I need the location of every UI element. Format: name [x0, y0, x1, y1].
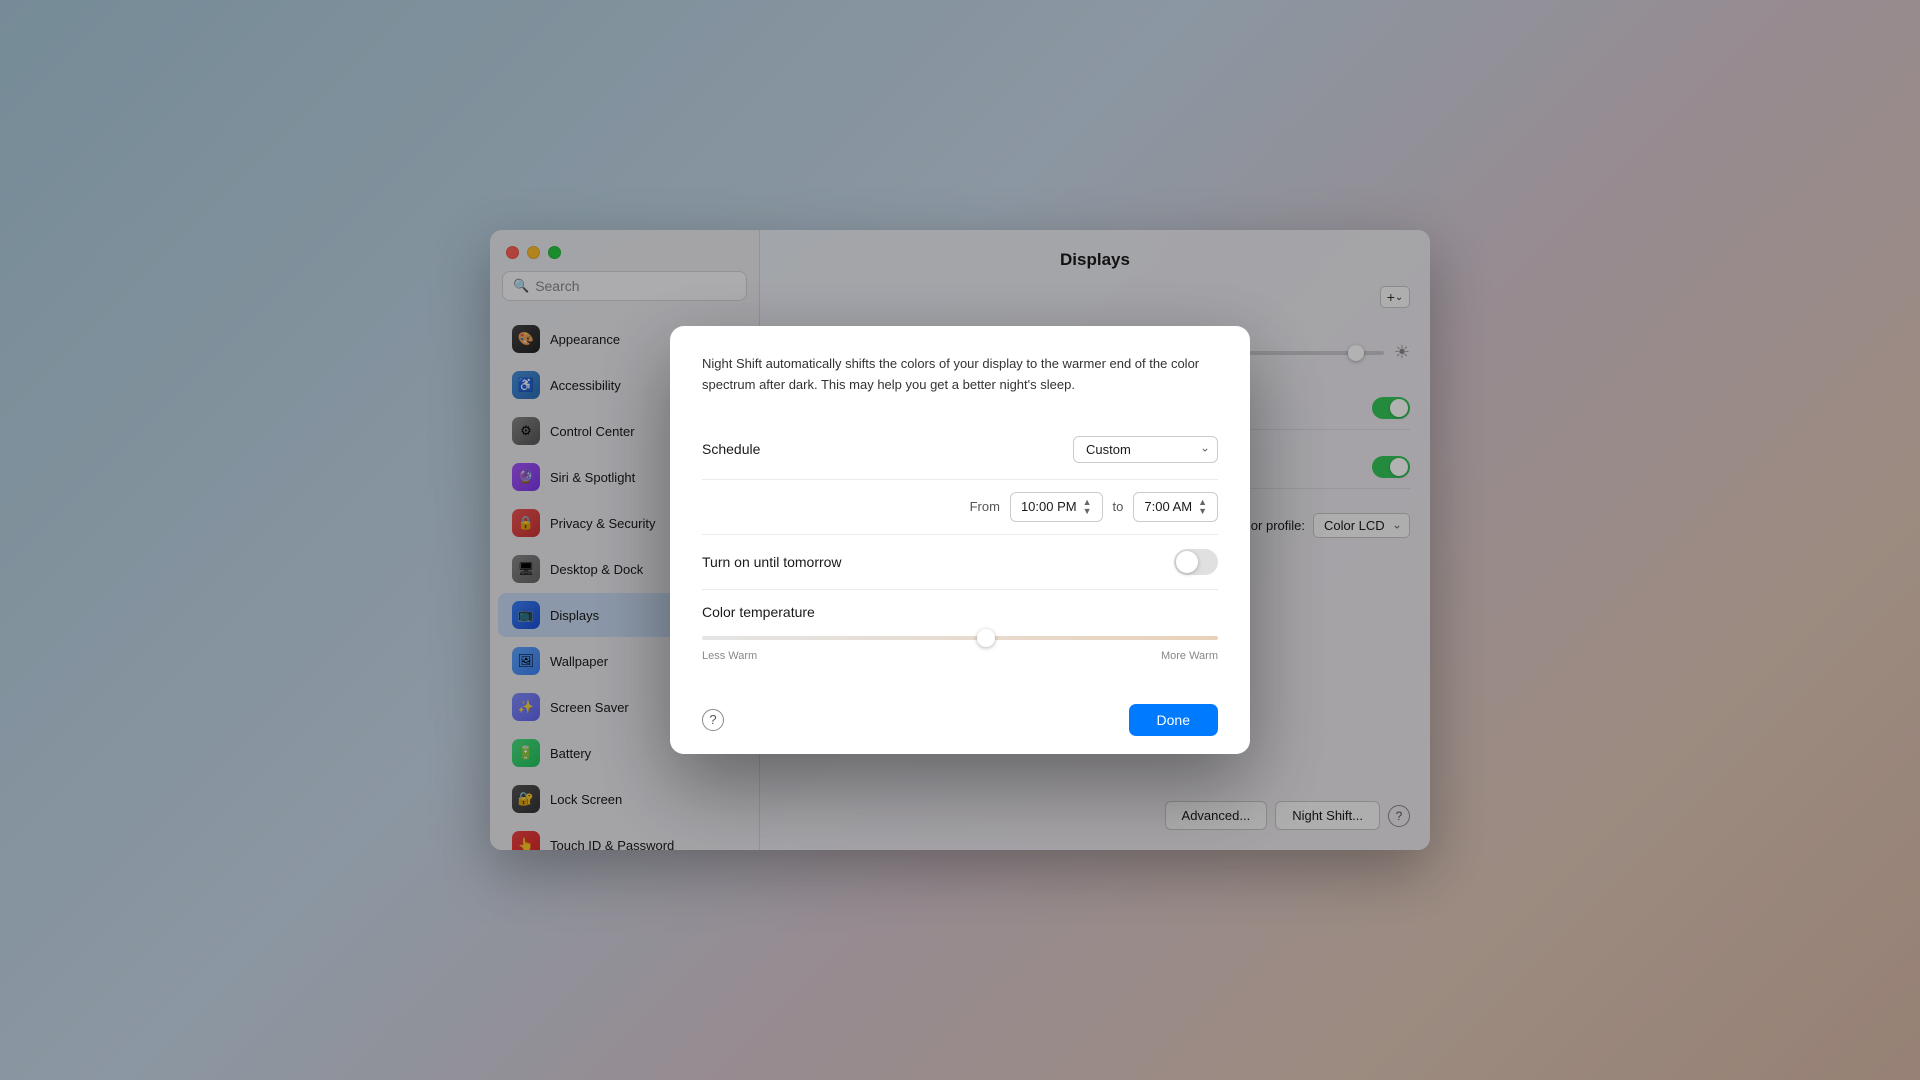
modal-help-button[interactable]: ?: [702, 709, 724, 731]
to-time-input[interactable]: 7:00 AM ▲ ▼: [1133, 492, 1218, 522]
modal-body: Night Shift automatically shifts the col…: [670, 326, 1250, 690]
schedule-select-wrapper: Custom Sunset to Sunrise Off: [1073, 436, 1218, 463]
night-shift-description: Night Shift automatically shifts the col…: [702, 354, 1218, 396]
turn-on-toggle[interactable]: [1174, 549, 1218, 575]
schedule-label: Schedule: [702, 441, 760, 457]
color-temp-thumb: [977, 629, 995, 647]
color-temp-label: Color temperature: [702, 604, 1218, 620]
night-shift-modal: Night Shift automatically shifts the col…: [670, 326, 1250, 754]
to-label: to: [1113, 499, 1124, 514]
turn-on-knob: [1176, 551, 1198, 573]
to-time-value: 7:00 AM: [1144, 499, 1192, 514]
turn-on-until-row: Turn on until tomorrow: [702, 535, 1218, 590]
more-warm-label: More Warm: [1161, 650, 1218, 662]
color-temp-slider-container: Less Warm More Warm: [702, 630, 1218, 662]
color-temp-slider[interactable]: [702, 636, 1218, 640]
from-time-down[interactable]: ▼: [1083, 507, 1092, 516]
to-time-stepper[interactable]: ▲ ▼: [1198, 498, 1207, 516]
from-time-value: 10:00 PM: [1021, 499, 1077, 514]
from-label: From: [970, 499, 1000, 514]
turn-on-label: Turn on until tomorrow: [702, 554, 842, 570]
modal-footer: ? Done: [670, 690, 1250, 754]
from-time-input[interactable]: 10:00 PM ▲ ▼: [1010, 492, 1103, 522]
done-button[interactable]: Done: [1129, 704, 1218, 736]
to-time-down[interactable]: ▼: [1198, 507, 1207, 516]
schedule-row: Schedule Custom Sunset to Sunrise Off: [702, 420, 1218, 480]
color-temp-row: Color temperature Less Warm More Warm: [702, 590, 1218, 670]
less-warm-label: Less Warm: [702, 650, 757, 662]
time-row: From 10:00 PM ▲ ▼ to 7:00 AM ▲ ▼: [702, 480, 1218, 535]
modal-overlay: Night Shift automatically shifts the col…: [0, 0, 1920, 1080]
schedule-select[interactable]: Custom Sunset to Sunrise Off: [1073, 436, 1218, 463]
from-time-stepper[interactable]: ▲ ▼: [1083, 498, 1092, 516]
color-temp-labels: Less Warm More Warm: [702, 650, 1218, 662]
